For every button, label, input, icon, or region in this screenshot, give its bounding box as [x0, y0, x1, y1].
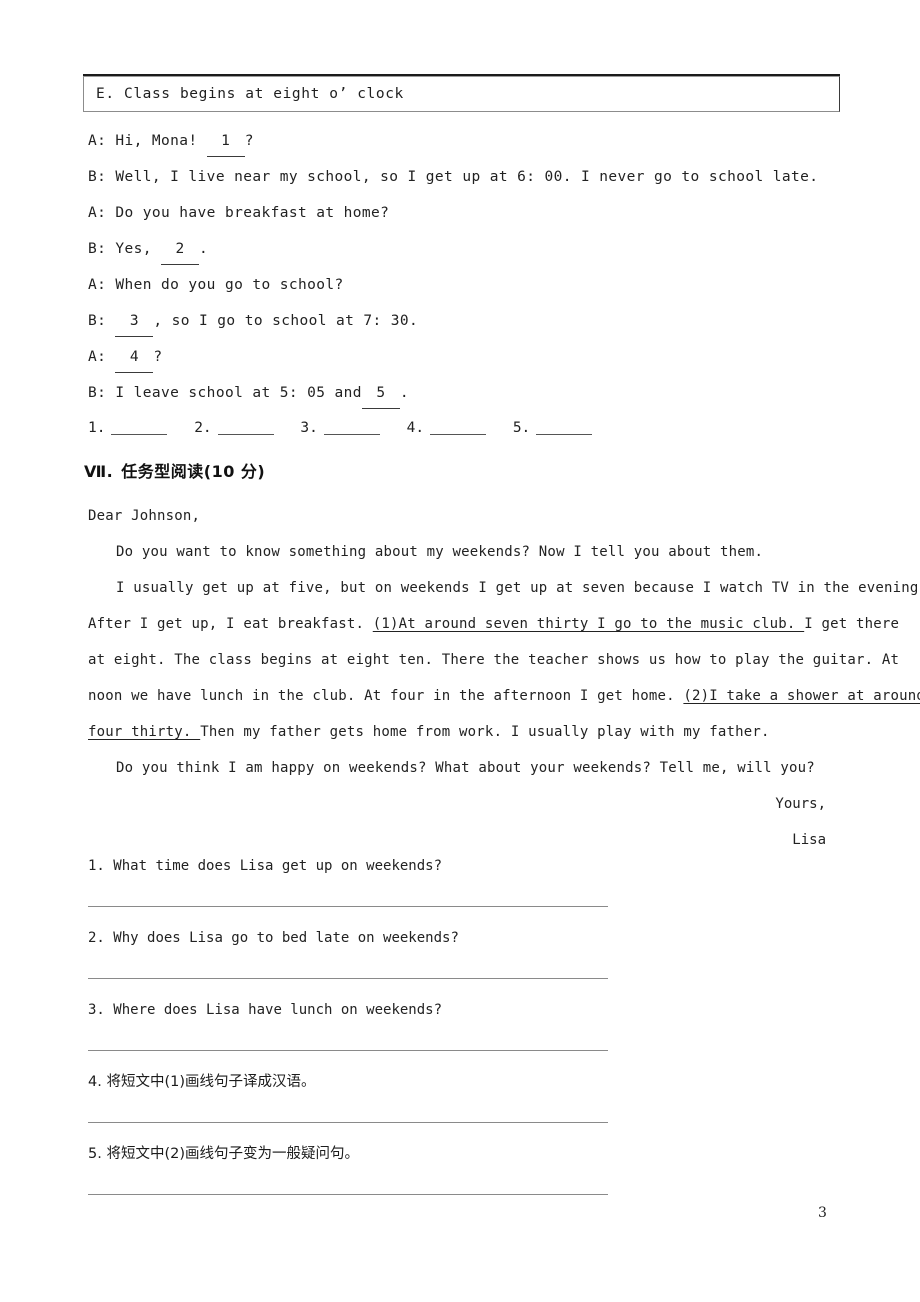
exam-page: E. Class begins at eight o’ clock A: Hi,…: [0, 0, 920, 1302]
answer-blank-item[interactable]: 5.: [512, 420, 593, 436]
answer-blank-item[interactable]: 3.: [300, 420, 380, 436]
dialogue-line: A: Do you have breakfast at home?: [88, 198, 848, 234]
answer-blank-rule[interactable]: [430, 434, 487, 435]
dialogue-prefix: A: When do you go to school?: [88, 277, 344, 293]
question-number: 4.: [88, 1074, 102, 1090]
underlined-sentence-2-part-1: (2)I take a shower at around: [683, 688, 920, 704]
answer-blank-rule[interactable]: [323, 434, 380, 435]
answer-blank-rule[interactable]: [536, 434, 593, 435]
dialogue-prefix: B: I leave school at 5: 05 and: [88, 385, 362, 401]
section-title: 任务型阅读(10 分): [121, 462, 266, 481]
dialogue-line: B: I leave school at 5: 05 and 5.: [88, 378, 848, 414]
dialogue-prefix: B: Well, I live near my school, so I get…: [88, 169, 819, 185]
dialogue-prefix: B:: [88, 313, 116, 329]
answer-blank-number: 1.: [88, 420, 106, 436]
dialogue-blank[interactable]: 4: [115, 342, 154, 373]
letter-paragraph-2-line-4: noon we have lunch in the club. At four …: [88, 678, 920, 714]
dialogue-suffix: .: [199, 241, 209, 257]
dialogue-line: A: When do you go to school?: [88, 270, 848, 306]
question-number: 3.: [88, 1002, 105, 1018]
question-block: 1. What time does Lisa get up on weekend…: [88, 855, 848, 927]
question-body: Where does Lisa have lunch on weekends?: [113, 1002, 443, 1018]
dialogue-suffix: , so I go to school at 7: 30.: [153, 313, 419, 329]
question-body: What time does Lisa get up on weekends?: [113, 858, 443, 874]
dialogue-blank[interactable]: 3: [115, 306, 154, 337]
dialogue-prefix: B: Yes,: [88, 241, 162, 257]
letter-closing: Yours,: [775, 796, 826, 812]
answer-blank-number: 2.: [194, 420, 212, 436]
dialogue-blank[interactable]: 2: [161, 234, 200, 265]
underlined-sentence-1: (1)At around seven thirty I go to the mu…: [372, 616, 805, 632]
question-text: 3. Where does Lisa have lunch on weekend…: [88, 999, 848, 1021]
dialogue-line: B: 3, so I go to school at 7: 30.: [88, 306, 848, 342]
dialogue-line: B: Well, I live near my school, so I get…: [88, 162, 848, 198]
option-box: E. Class begins at eight o’ clock: [83, 76, 840, 112]
letter-salutation: Dear Johnson,: [88, 508, 201, 524]
question-body: 将短文中(1)画线句子译成汉语。: [106, 1074, 316, 1090]
option-e-text: E. Class begins at eight o’ clock: [96, 86, 404, 102]
dialogue-suffix: .: [399, 385, 410, 401]
question-answer-line[interactable]: [88, 1122, 608, 1123]
question-text: 1. What time does Lisa get up on weekend…: [88, 855, 848, 877]
question-body: 将短文中(2)画线句子变为一般疑问句。: [106, 1146, 359, 1162]
letter-paragraph-3: Do you think I am happy on weekends? Wha…: [116, 760, 815, 776]
dialogue-line: A: Hi, Mona! 1?: [88, 126, 848, 162]
letter-paragraph-1: Do you want to know something about my w…: [116, 544, 764, 560]
dialogue-prefix: A: Hi, Mona!: [88, 133, 207, 149]
question-number: 2.: [88, 930, 105, 946]
question-answer-line[interactable]: [88, 1194, 608, 1195]
answer-blanks-row: 1. 2. 3. 4. 5.: [88, 420, 610, 436]
letter-paragraph-2-line-5: four thirty. Then my father gets home fr…: [88, 714, 836, 750]
dialogue-line: A: 4?: [88, 342, 848, 378]
answer-blank-number: 4.: [406, 420, 425, 436]
page-number: 3: [818, 1205, 827, 1221]
dialogue-prefix: A: Do you have breakfast at home?: [88, 205, 390, 221]
question-answer-line[interactable]: [88, 978, 608, 979]
dialogue-section: A: Hi, Mona! 1? B: Well, I live near my …: [88, 126, 848, 414]
question-block: 2. Why does Lisa go to bed late on weeke…: [88, 927, 848, 999]
question-text: 4. 将短文中(1)画线句子译成汉语。: [88, 1071, 848, 1093]
question-text: 2. Why does Lisa go to bed late on weeke…: [88, 927, 848, 949]
answer-blank-rule[interactable]: [217, 434, 274, 435]
question-answer-line[interactable]: [88, 906, 608, 907]
answer-blank-item[interactable]: 4.: [406, 420, 487, 436]
letter-paragraph-2-line-3: at eight. The class begins at eight ten.…: [88, 652, 900, 668]
question-answer-line[interactable]: [88, 1050, 608, 1051]
dialogue-blank[interactable]: 1: [206, 126, 245, 157]
question-block: 5. 将短文中(2)画线句子变为一般疑问句。: [88, 1143, 848, 1215]
letter-body: Dear Johnson, Do you want to know someth…: [88, 498, 920, 858]
answer-blank-rule[interactable]: [111, 434, 168, 435]
dialogue-prefix: A:: [88, 349, 116, 365]
letter-text-plain: noon we have lunch in the club. At four …: [88, 688, 684, 704]
question-number: 1.: [88, 858, 105, 874]
answer-blank-number: 5.: [512, 420, 531, 436]
option-box-container: E. Class begins at eight o’ clock: [83, 74, 840, 112]
section-heading: Ⅶ. 任务型阅读(10 分): [84, 458, 265, 482]
dialogue-suffix: ?: [244, 133, 254, 149]
answer-blank-item[interactable]: 2.: [194, 420, 274, 436]
dialogue-blank[interactable]: 5: [361, 378, 400, 409]
letter-paragraph-2-line-1: I usually get up at five, but on weekend…: [116, 580, 920, 596]
letter-text-plain: After I get up, I eat breakfast.: [88, 616, 373, 632]
dialogue-line: B: Yes, 2.: [88, 234, 848, 270]
letter-signature: Lisa: [792, 832, 826, 848]
question-block: 4. 将短文中(1)画线句子译成汉语。: [88, 1071, 848, 1143]
letter-text-plain: I get there: [804, 616, 900, 632]
question-block: 3. Where does Lisa have lunch on weekend…: [88, 999, 848, 1071]
letter-paragraph-2-line-2: After I get up, I eat breakfast. (1)At a…: [88, 606, 899, 642]
question-text: 5. 将短文中(2)画线句子变为一般疑问句。: [88, 1143, 848, 1165]
section-number: Ⅶ.: [84, 462, 114, 481]
underlined-sentence-2-part-2: four thirty.: [88, 724, 201, 740]
answer-blank-number: 3.: [300, 420, 318, 436]
letter-text-plain: Then my father gets home from work. I us…: [200, 724, 770, 740]
questions-section: 1. What time does Lisa get up on weekend…: [88, 855, 848, 1215]
question-body: Why does Lisa go to bed late on weekends…: [113, 930, 459, 946]
question-number: 5.: [88, 1146, 102, 1162]
dialogue-suffix: ?: [153, 349, 163, 365]
answer-blank-item[interactable]: 1.: [88, 420, 168, 436]
